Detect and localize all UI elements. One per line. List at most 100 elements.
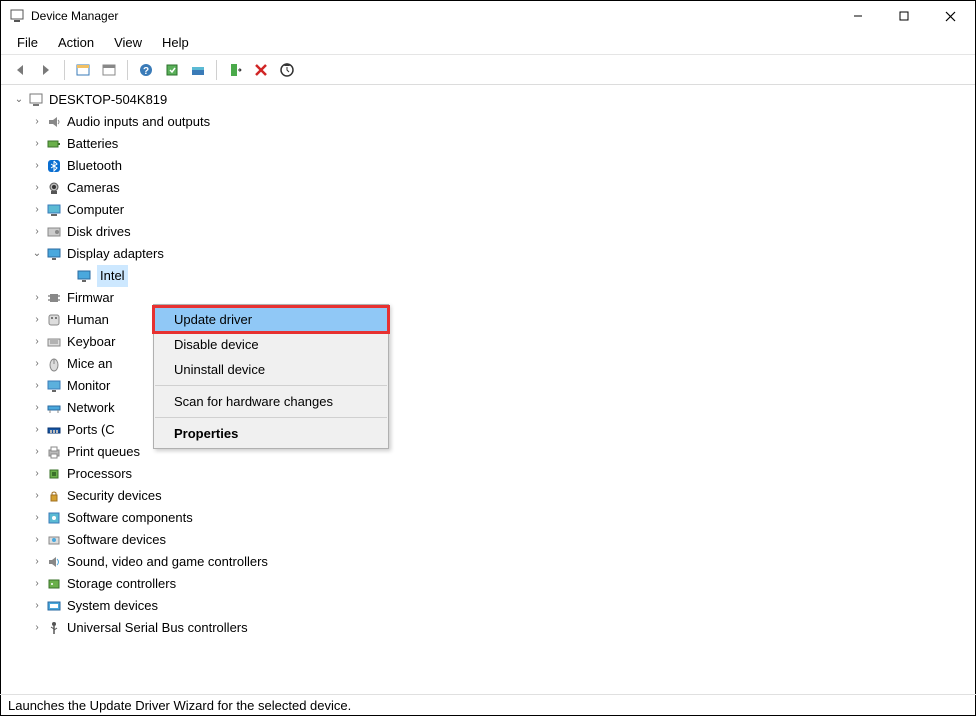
bluetooth-icon <box>45 157 63 175</box>
context-menu-properties[interactable]: Properties <box>154 421 388 446</box>
menu-view[interactable]: View <box>104 33 152 52</box>
tree-device-label: Intel <box>97 265 128 287</box>
system-icon <box>45 597 63 615</box>
expand-icon[interactable]: › <box>29 287 45 309</box>
minimize-button[interactable] <box>835 1 881 31</box>
tree-category-label: Mice an <box>67 353 113 375</box>
security-icon <box>45 487 63 505</box>
tree-category[interactable]: › Audio inputs and outputs <box>11 111 971 133</box>
tree-category[interactable]: ›Processors <box>11 463 971 485</box>
expand-icon[interactable]: › <box>29 111 45 133</box>
tree-category[interactable]: ›System devices <box>11 595 971 617</box>
context-menu-update-driver[interactable]: Update driver <box>152 305 390 334</box>
disable-button[interactable] <box>275 58 299 82</box>
tree-category-label: Cameras <box>67 177 120 199</box>
tree-category-label: Storage controllers <box>67 573 176 595</box>
tree-category-label: Display adapters <box>67 243 164 265</box>
expand-icon[interactable]: › <box>29 485 45 507</box>
window-title: Device Manager <box>31 9 835 23</box>
tree-category-label: Security devices <box>67 485 162 507</box>
back-button[interactable] <box>8 58 32 82</box>
tree-root-label: DESKTOP-504K819 <box>49 89 167 111</box>
context-menu: Update driver Disable device Uninstall d… <box>153 304 389 449</box>
toolbar: ? <box>1 55 975 85</box>
help-button[interactable]: ? <box>134 58 158 82</box>
network-icon <box>45 399 63 417</box>
context-menu-separator <box>155 385 387 386</box>
tree-category-label: Audio inputs and outputs <box>67 111 210 133</box>
expand-icon[interactable]: › <box>29 529 45 551</box>
status-text: Launches the Update Driver Wizard for th… <box>8 698 351 713</box>
context-menu-separator <box>155 417 387 418</box>
tree-category-label: Print queues <box>67 441 140 463</box>
expand-icon[interactable]: › <box>29 353 45 375</box>
tree-category[interactable]: ›Software components <box>11 507 971 529</box>
chip-icon <box>45 289 63 307</box>
disk-icon <box>45 223 63 241</box>
properties-button[interactable] <box>97 58 121 82</box>
update-driver-button[interactable] <box>186 58 210 82</box>
expand-icon[interactable]: › <box>29 419 45 441</box>
uninstall-button[interactable] <box>249 58 273 82</box>
expand-icon[interactable]: › <box>29 177 45 199</box>
expand-icon[interactable]: › <box>29 199 45 221</box>
sound-icon <box>45 553 63 571</box>
menu-action[interactable]: Action <box>48 33 104 52</box>
status-bar: Launches the Update Driver Wizard for th… <box>0 694 976 716</box>
maximize-button[interactable] <box>881 1 927 31</box>
expand-icon[interactable]: › <box>29 309 45 331</box>
tree-category[interactable]: ⌄ Display adapters <box>11 243 971 265</box>
expand-icon[interactable]: › <box>29 507 45 529</box>
expand-icon[interactable]: › <box>29 221 45 243</box>
enable-device-button[interactable] <box>223 58 247 82</box>
tree-category[interactable]: ›Universal Serial Bus controllers <box>11 617 971 639</box>
show-hide-tree-button[interactable] <box>71 58 95 82</box>
tree-category[interactable]: › Computer <box>11 199 971 221</box>
menu-file[interactable]: File <box>7 33 48 52</box>
tree-category[interactable]: ›Batteries <box>11 133 971 155</box>
tree-category[interactable]: › Storage controllers <box>11 573 971 595</box>
tree-category-label: Monitor <box>67 375 110 397</box>
expand-icon[interactable]: › <box>29 441 45 463</box>
context-menu-disable-device[interactable]: Disable device <box>154 332 388 357</box>
collapse-icon[interactable]: ⌄ <box>11 89 27 111</box>
cpu-icon <box>45 465 63 483</box>
device-tree[interactable]: ⌄ DESKTOP-504K819 › Audio inputs and outp… <box>1 85 975 691</box>
tree-category-label: Computer <box>67 199 124 221</box>
port-icon <box>45 421 63 439</box>
keyboard-icon <box>45 333 63 351</box>
expand-icon[interactable]: › <box>29 551 45 573</box>
tree-category[interactable]: › Bluetooth <box>11 155 971 177</box>
tree-category[interactable]: ›Sound, video and game controllers <box>11 551 971 573</box>
tree-category-label: Bluetooth <box>67 155 122 177</box>
svg-text:?: ? <box>143 66 149 77</box>
expand-icon[interactable]: › <box>29 617 45 639</box>
forward-button[interactable] <box>34 58 58 82</box>
monitor-icon <box>45 377 63 395</box>
usb-icon <box>45 619 63 637</box>
menu-help[interactable]: Help <box>152 33 199 52</box>
expand-icon[interactable]: › <box>29 133 45 155</box>
tree-category[interactable]: ›Software devices <box>11 529 971 551</box>
context-menu-uninstall-device[interactable]: Uninstall device <box>154 357 388 382</box>
storage-icon <box>45 575 63 593</box>
expand-icon[interactable]: › <box>29 573 45 595</box>
tree-category[interactable]: ›Disk drives <box>11 221 971 243</box>
tree-category[interactable]: › Cameras <box>11 177 971 199</box>
expand-icon[interactable]: › <box>29 331 45 353</box>
close-button[interactable] <box>927 1 973 31</box>
window-controls <box>835 1 973 31</box>
expand-icon[interactable]: ⌄ <box>29 243 45 265</box>
context-menu-scan-hardware[interactable]: Scan for hardware changes <box>154 389 388 414</box>
expand-icon[interactable]: › <box>29 595 45 617</box>
tree-root[interactable]: ⌄ DESKTOP-504K819 <box>11 89 971 111</box>
expand-icon[interactable]: › <box>29 397 45 419</box>
hid-icon <box>45 311 63 329</box>
tree-device[interactable]: Intel <box>11 265 971 287</box>
scan-hardware-button[interactable] <box>160 58 184 82</box>
tree-category[interactable]: › Security devices <box>11 485 971 507</box>
expand-icon[interactable]: › <box>29 155 45 177</box>
tree-category-label: Human <box>67 309 109 331</box>
expand-icon[interactable]: › <box>29 375 45 397</box>
expand-icon[interactable]: › <box>29 463 45 485</box>
